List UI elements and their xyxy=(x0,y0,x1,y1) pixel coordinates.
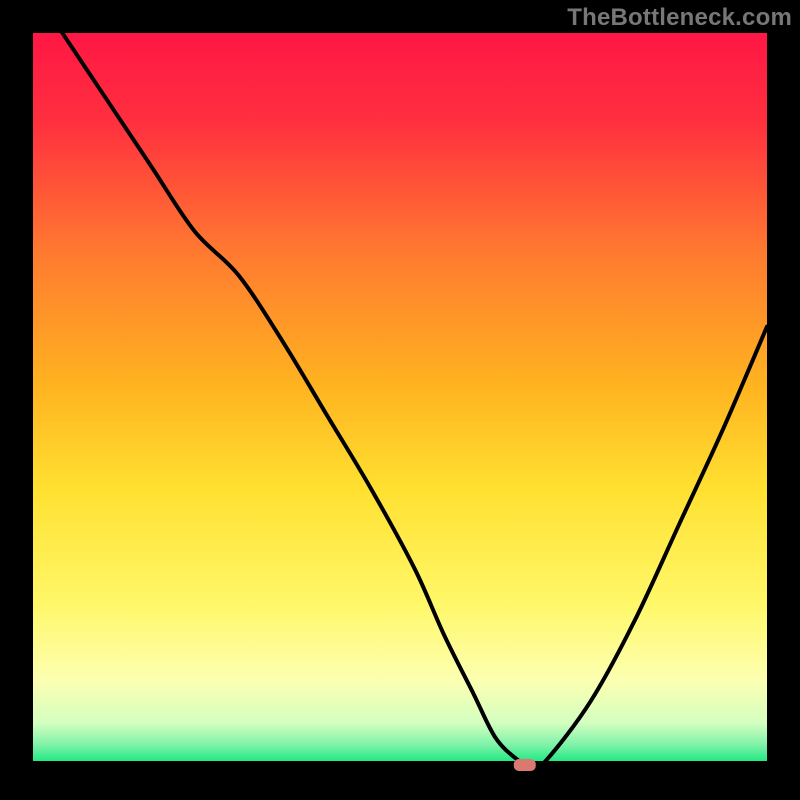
watermark-label: TheBottleneck.com xyxy=(567,4,792,32)
chart-root: TheBottleneck.com xyxy=(0,0,800,800)
bottleneck-chart xyxy=(0,0,800,800)
